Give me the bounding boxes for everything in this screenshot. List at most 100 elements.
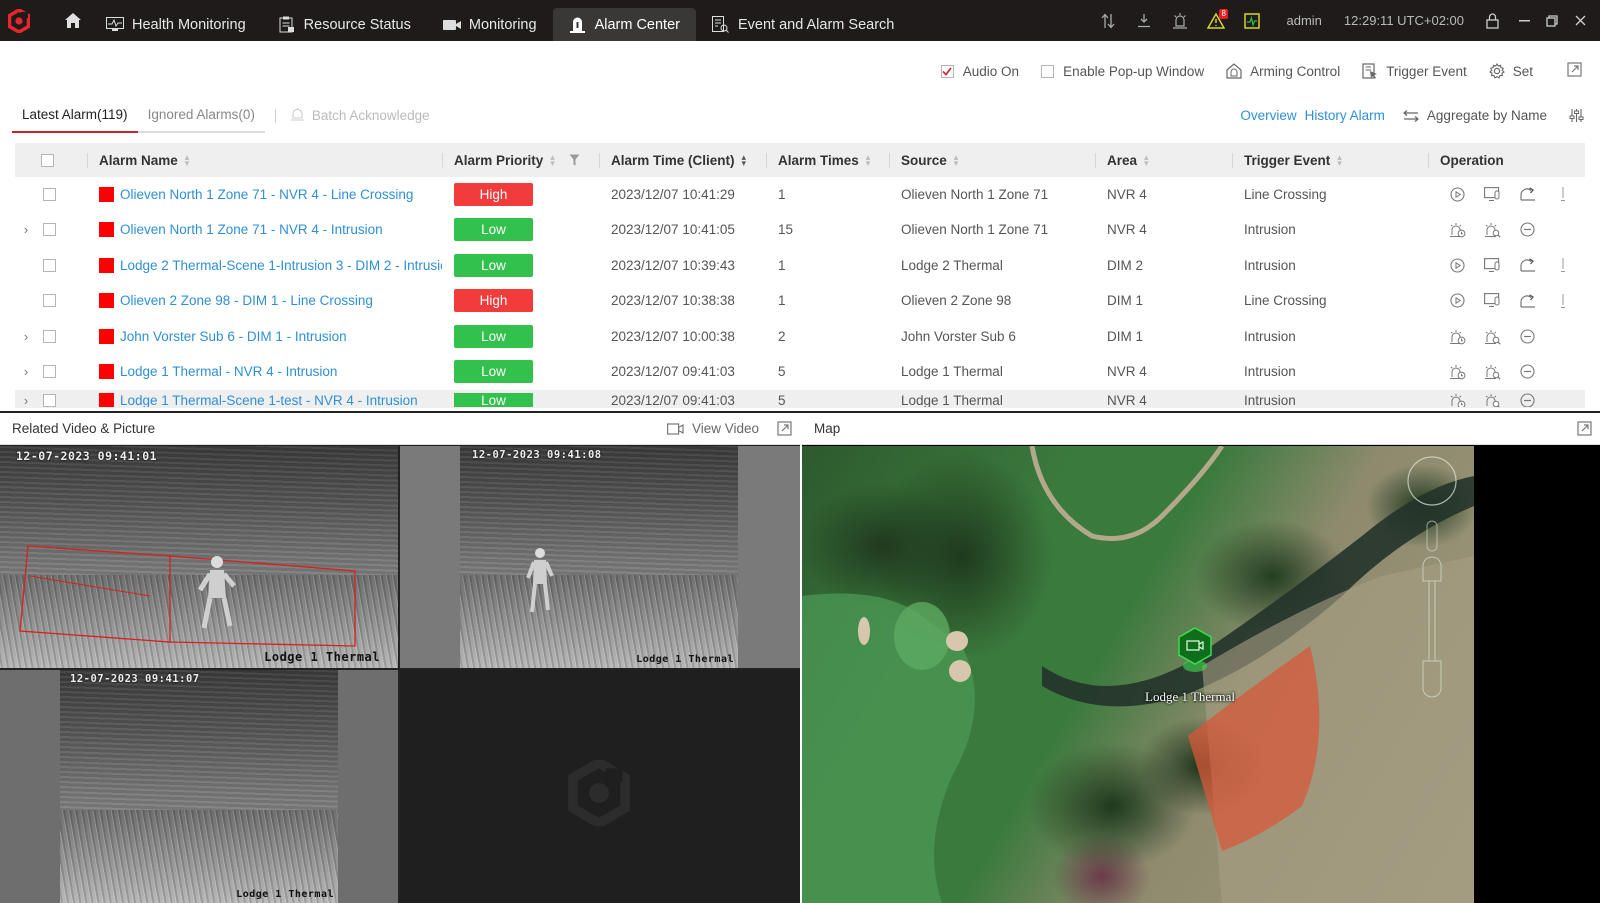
alarm-name-link[interactable]: Lodge 1 Thermal-Scene 1-test - NVR 4 - I… — [120, 393, 418, 407]
row-checkbox[interactable] — [43, 223, 56, 237]
live-view-icon[interactable] — [1475, 186, 1510, 202]
forward-share-icon[interactable] — [1510, 258, 1545, 272]
tab-latest-alarm[interactable]: Latest Alarm(119) — [12, 103, 138, 133]
ignore-alarm-icon[interactable] — [1510, 364, 1545, 379]
row-checkbox[interactable] — [43, 329, 56, 343]
restore-icon[interactable] — [1538, 14, 1566, 27]
playback-icon[interactable] — [1440, 258, 1475, 273]
view-video-button[interactable]: View Video — [666, 421, 759, 436]
checkbox-checked-icon[interactable] — [940, 64, 954, 78]
col-alarm-time[interactable]: Alarm Time (Client) ▴ ▾ — [599, 143, 766, 177]
forward-share-icon[interactable] — [1510, 294, 1545, 308]
alarm-history-icon[interactable] — [1440, 221, 1475, 238]
row-checkbox[interactable] — [43, 258, 56, 272]
nav-tab-health-monitoring[interactable]: Health Monitoring — [90, 8, 262, 41]
sort-icon[interactable]: ▴ ▾ — [1337, 153, 1342, 168]
close-icon[interactable] — [1566, 15, 1594, 26]
alarm-history-icon[interactable] — [1440, 393, 1475, 407]
alarm-name-link[interactable]: Olieven North 1 Zone 71 - NVR 4 - Line C… — [120, 187, 413, 202]
filter-funnel-icon[interactable] — [569, 154, 580, 166]
row-checkbox[interactable] — [43, 294, 56, 308]
sync-arrows-icon[interactable] — [1090, 13, 1126, 29]
more-options-icon[interactable] — [1545, 257, 1580, 273]
row-checkbox[interactable] — [43, 365, 56, 379]
checkbox-unchecked-icon[interactable] — [1041, 64, 1055, 78]
column-settings-sliders-icon[interactable] — [1569, 108, 1584, 123]
nav-tab-resource-status[interactable]: Resource Status — [262, 8, 427, 41]
table-row[interactable]: › Lodge 1 Thermal-Scene 1-test - NVR 4 -… — [15, 390, 1585, 408]
row-checkbox[interactable] — [43, 393, 56, 407]
select-all-checkbox[interactable] — [41, 153, 54, 167]
snapshot-1[interactable]: 12-07-2023 09:41:01 Lodge 1 Thermal — [0, 446, 398, 668]
sort-icon[interactable]: ▴ ▾ — [866, 153, 871, 168]
table-row[interactable]: › Olieven North 1 Zone 71 - NVR 4 - Intr… — [15, 213, 1585, 249]
table-row[interactable]: › John Vorster Sub 6 - DIM 1 - Intrusion… — [15, 319, 1585, 355]
external-window-icon[interactable] — [777, 421, 792, 436]
expand-chevron-icon[interactable]: › — [15, 355, 37, 390]
nav-tab-alarm-center[interactable]: Alarm Center — [552, 8, 696, 41]
col-trigger-event[interactable]: Trigger Event ▴ ▾ — [1232, 143, 1428, 177]
sort-icon[interactable]: ▴ ▾ — [1144, 153, 1149, 168]
popout-window-button[interactable] — [1567, 62, 1582, 80]
col-area[interactable]: Area ▴ ▾ — [1095, 143, 1232, 177]
playback-icon[interactable] — [1440, 293, 1475, 308]
arming-control-button[interactable]: Arming Control — [1226, 63, 1340, 79]
row-checkbox[interactable] — [43, 187, 56, 201]
download-icon[interactable] — [1126, 13, 1162, 28]
playback-icon[interactable] — [1440, 187, 1475, 202]
app-logo-icon[interactable] — [0, 0, 38, 41]
tab-ignored-alarms[interactable]: Ignored Alarms(0) — [137, 103, 265, 133]
live-view-icon[interactable] — [1475, 293, 1510, 308]
col-alarm-times[interactable]: Alarm Times ▴ ▾ — [766, 143, 889, 177]
alarm-search-icon[interactable] — [1475, 328, 1510, 345]
alarm-history-icon[interactable] — [1440, 363, 1475, 380]
col-source[interactable]: Source ▴ ▾ — [889, 143, 1095, 177]
overview-link[interactable]: Overview — [1240, 108, 1296, 123]
alarm-name-link[interactable]: Lodge 1 Thermal - NVR 4 - Intrusion — [120, 364, 337, 379]
sort-icon[interactable]: ▴ ▾ — [185, 153, 190, 168]
map-navigation-control[interactable] — [1407, 456, 1457, 706]
aggregate-by-name-toggle[interactable]: Aggregate by Name — [1402, 108, 1547, 123]
external-window-icon[interactable] — [1577, 421, 1592, 436]
col-alarm-name[interactable]: Alarm Name ▴ ▾ — [87, 143, 442, 177]
username[interactable]: admin — [1286, 13, 1321, 28]
col-alarm-priority[interactable]: Alarm Priority ▴ ▾ — [442, 143, 599, 177]
siren-icon[interactable] — [1162, 12, 1198, 29]
sort-desc-icon[interactable]: ▴ ▾ — [742, 153, 747, 168]
warning-alarm-icon[interactable]: 8 — [1198, 8, 1234, 29]
empty-video-slot[interactable] — [400, 670, 800, 903]
table-row[interactable]: Lodge 2 Thermal-Scene 1-Intrusion 3 - DI… — [15, 248, 1585, 284]
more-options-icon[interactable] — [1545, 186, 1580, 202]
forward-share-icon[interactable] — [1510, 187, 1545, 201]
health-status-icon[interactable] — [1234, 12, 1270, 29]
trigger-event-button[interactable]: Trigger Event — [1362, 63, 1467, 79]
nav-tab-event-alarm-search[interactable]: Event and Alarm Search — [696, 8, 910, 41]
table-row[interactable]: Olieven 2 Zone 98 - DIM 1 - Line Crossin… — [15, 284, 1585, 320]
lock-icon[interactable] — [1474, 12, 1510, 29]
alarm-name-link[interactable]: Lodge 2 Thermal-Scene 1-Intrusion 3 - DI… — [120, 258, 442, 273]
nav-tab-monitoring[interactable]: Monitoring — [427, 8, 553, 41]
history-alarm-link[interactable]: History Alarm — [1305, 108, 1385, 123]
settings-button[interactable]: Set — [1488, 63, 1533, 79]
more-options-icon[interactable] — [1545, 293, 1580, 309]
alarm-name-link[interactable]: Olieven North 1 Zone 71 - NVR 4 - Intrus… — [120, 222, 383, 237]
expand-chevron-icon[interactable]: › — [15, 319, 37, 354]
batch-acknowledge-button[interactable]: Batch Acknowledge — [290, 107, 430, 124]
sort-icon[interactable]: ▴ ▾ — [550, 153, 555, 168]
alarm-search-icon[interactable] — [1475, 393, 1510, 407]
camera-marker-icon[interactable] — [1175, 626, 1215, 676]
live-view-icon[interactable] — [1475, 257, 1510, 273]
satellite-map[interactable]: Lodge 1 Thermal — [802, 446, 1474, 903]
alarm-search-icon[interactable] — [1475, 221, 1510, 238]
expand-chevron-icon[interactable]: › — [15, 393, 37, 407]
snapshot-3[interactable]: 12-07-2023 09:41:07 Lodge 1 Thermal — [0, 670, 398, 903]
enable-popup-checkbox[interactable]: Enable Pop-up Window — [1041, 64, 1204, 79]
alarm-name-link[interactable]: John Vorster Sub 6 - DIM 1 - Intrusion — [120, 329, 347, 344]
table-row[interactable]: › Lodge 1 Thermal - NVR 4 - Intrusion Lo… — [15, 355, 1585, 391]
expand-chevron-icon[interactable]: › — [15, 213, 37, 248]
ignore-alarm-icon[interactable] — [1510, 393, 1545, 407]
ignore-alarm-icon[interactable] — [1510, 329, 1545, 344]
alarm-history-icon[interactable] — [1440, 328, 1475, 345]
alarm-name-link[interactable]: Olieven 2 Zone 98 - DIM 1 - Line Crossin… — [120, 293, 373, 308]
ignore-alarm-icon[interactable] — [1510, 222, 1545, 237]
